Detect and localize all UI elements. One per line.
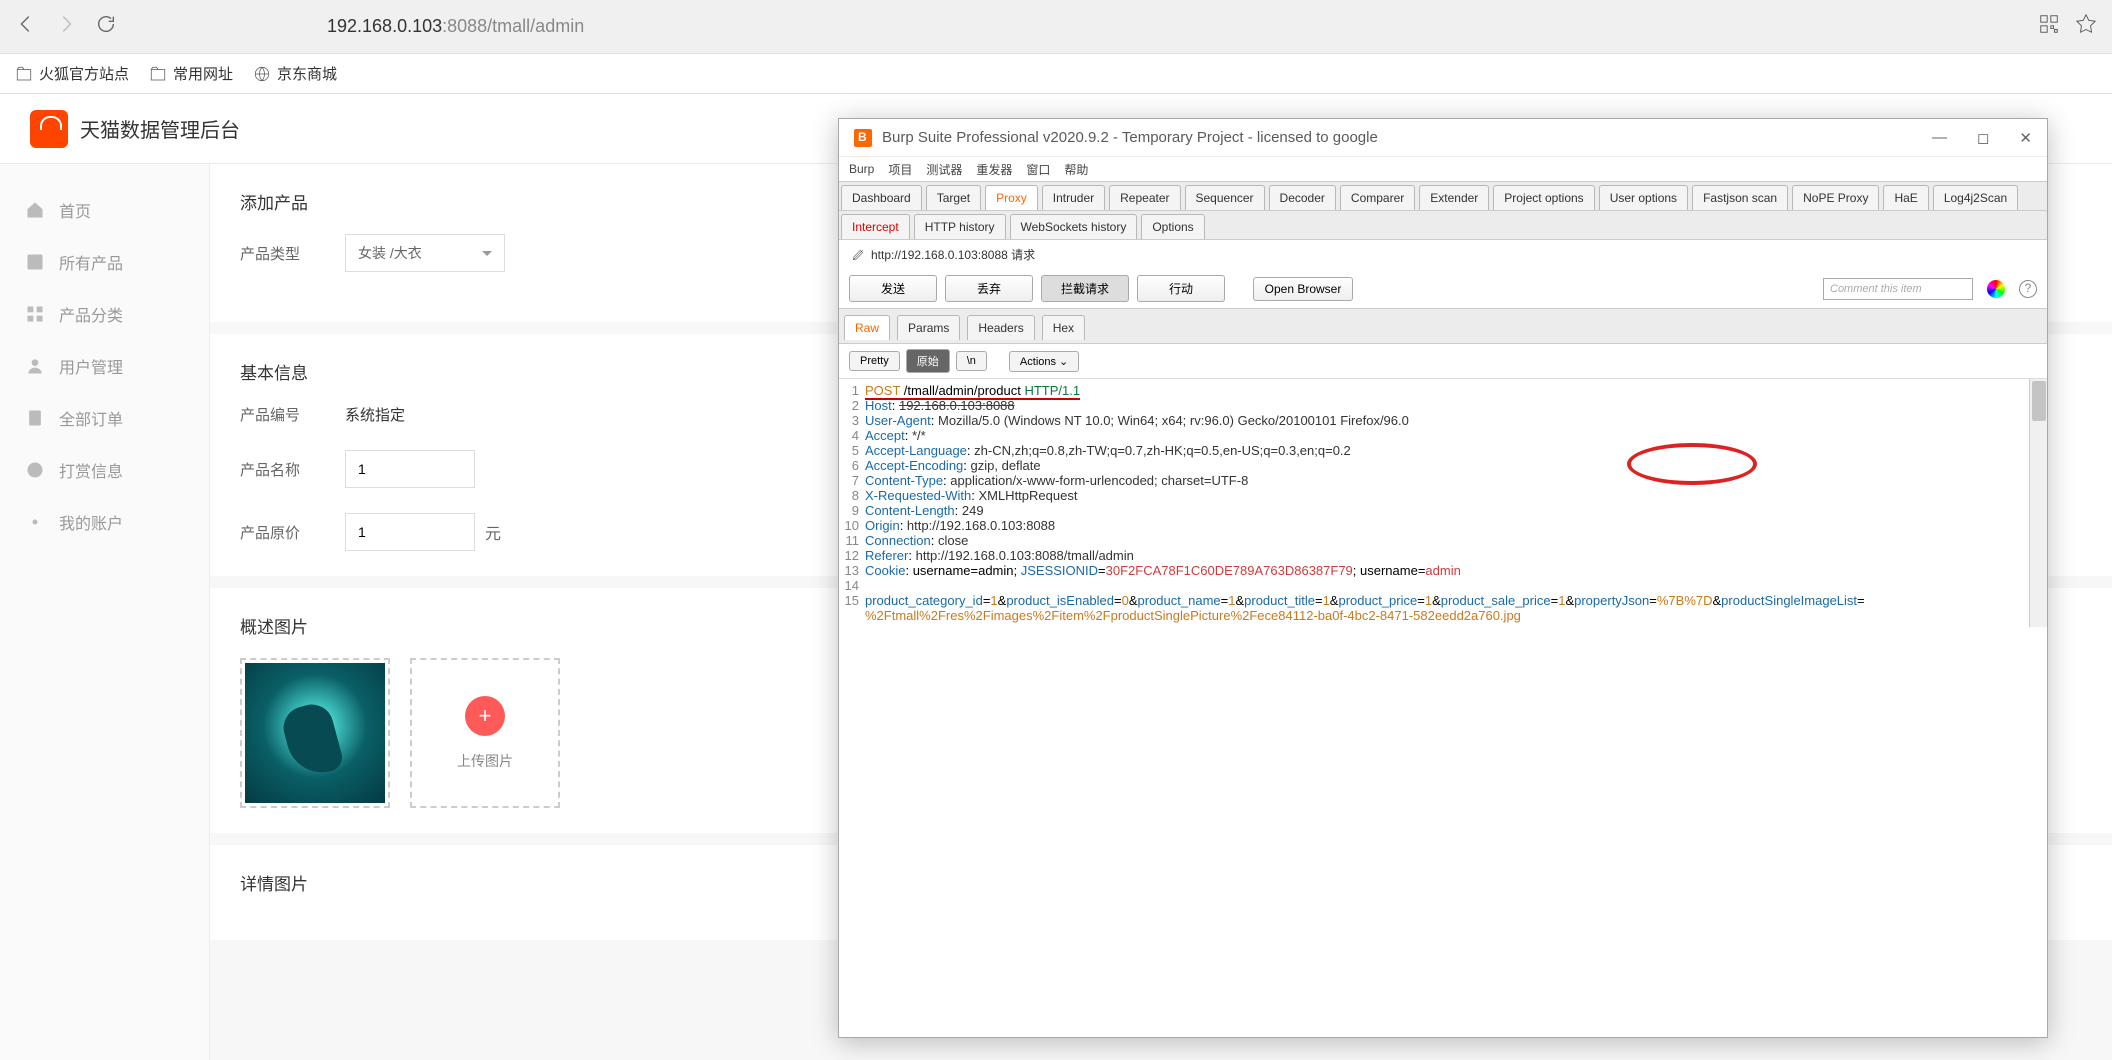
bookmark-item[interactable]: 火狐官方站点 bbox=[15, 63, 129, 84]
pretty-toggle[interactable]: Pretty bbox=[849, 351, 900, 371]
value-id: 系统指定 bbox=[345, 404, 405, 425]
bookmark-item[interactable]: 京东商城 bbox=[253, 63, 337, 84]
tab-fastjson-scan[interactable]: Fastjson scan bbox=[1692, 185, 1788, 210]
subtab-options[interactable]: Options bbox=[1141, 214, 1204, 239]
burp-title: Burp Suite Professional v2020.9.2 - Temp… bbox=[882, 129, 1378, 146]
sidebar-item-category[interactable]: 产品分类 bbox=[0, 288, 209, 340]
tab-extender[interactable]: Extender bbox=[1419, 185, 1489, 210]
burp-window: Burp Suite Professional v2020.9.2 - Temp… bbox=[838, 118, 2048, 1038]
raw-toggle[interactable]: 原始 bbox=[906, 349, 950, 373]
url-bar[interactable]: 192.168.0.103:8088/tmall/admin bbox=[327, 16, 584, 37]
sidebar-item-donate[interactable]: 打赏信息 bbox=[0, 444, 209, 496]
burp-toggle-bar: Pretty 原始 \n Actions ⌄ bbox=[839, 344, 2047, 379]
label-type: 产品类型 bbox=[240, 243, 345, 264]
close-button[interactable]: ✕ bbox=[2019, 129, 2032, 147]
qr-icon[interactable] bbox=[2038, 13, 2060, 40]
tab-hae[interactable]: HaE bbox=[1883, 185, 1928, 210]
unit-yuan: 元 bbox=[485, 520, 501, 544]
burp-main-tabs: DashboardTargetProxyIntruderRepeaterSequ… bbox=[839, 181, 2047, 211]
burp-titlebar[interactable]: Burp Suite Professional v2020.9.2 - Temp… bbox=[839, 119, 2047, 157]
sidebar: 首页 所有产品 产品分类 用户管理 全部订单 打赏信息 我的账户 bbox=[0, 164, 210, 1060]
viewtab-headers[interactable]: Headers bbox=[967, 315, 1034, 340]
tab-decoder[interactable]: Decoder bbox=[1269, 185, 1336, 210]
help-icon[interactable]: ? bbox=[2019, 280, 2037, 298]
tab-comparer[interactable]: Comparer bbox=[1340, 185, 1415, 210]
drop-button[interactable]: 丢弃 bbox=[945, 275, 1033, 302]
request-body[interactable]: 1POST /tmall/admin/product HTTP/1.12Host… bbox=[839, 379, 2047, 627]
sidebar-item-account[interactable]: 我的账户 bbox=[0, 496, 209, 548]
subtab-intercept[interactable]: Intercept bbox=[841, 214, 910, 239]
burp-view-tabs: Raw Params Headers Hex bbox=[839, 308, 2047, 344]
tab-target[interactable]: Target bbox=[926, 185, 981, 210]
label-price: 产品原价 bbox=[240, 522, 345, 543]
action-button[interactable]: 行动 bbox=[1137, 275, 1225, 302]
tab-project-options[interactable]: Project options bbox=[1493, 185, 1594, 210]
tab-nope-proxy[interactable]: NoPE Proxy bbox=[1792, 185, 1879, 210]
viewtab-params[interactable]: Params bbox=[897, 315, 960, 340]
tab-intruder[interactable]: Intruder bbox=[1042, 185, 1105, 210]
tab-repeater[interactable]: Repeater bbox=[1109, 185, 1180, 210]
actions-dropdown[interactable]: Actions ⌄ bbox=[1009, 351, 1079, 372]
browser-toolbar: 192.168.0.103:8088/tmall/admin bbox=[0, 0, 2112, 54]
burp-request-info: http://192.168.0.103:8088 请求 bbox=[839, 240, 2047, 269]
send-button[interactable]: 发送 bbox=[849, 275, 937, 302]
plus-icon: + bbox=[465, 696, 505, 736]
label-id: 产品编号 bbox=[240, 404, 345, 425]
tab-proxy[interactable]: Proxy bbox=[985, 185, 1038, 210]
input-price[interactable] bbox=[345, 513, 475, 551]
label-name: 产品名称 bbox=[240, 459, 345, 480]
back-button[interactable] bbox=[15, 13, 37, 40]
burp-sub-tabs: InterceptHTTP historyWebSockets historyO… bbox=[839, 211, 2047, 240]
maximize-button[interactable]: ◻ bbox=[1977, 129, 1989, 147]
upload-image-button[interactable]: + 上传图片 bbox=[410, 658, 560, 808]
forward-button[interactable] bbox=[55, 13, 77, 40]
subtab-websockets-history[interactable]: WebSockets history bbox=[1010, 214, 1138, 239]
bookmark-item[interactable]: 常用网址 bbox=[149, 63, 233, 84]
sidebar-item-orders[interactable]: 全部订单 bbox=[0, 392, 209, 444]
comment-input[interactable]: Comment this item bbox=[1823, 278, 1973, 300]
subtab-http-history[interactable]: HTTP history bbox=[914, 214, 1006, 239]
viewtab-hex[interactable]: Hex bbox=[1042, 315, 1085, 340]
minimize-button[interactable]: — bbox=[1932, 129, 1947, 147]
app-title: 天猫数据管理后台 bbox=[80, 114, 240, 143]
reload-button[interactable] bbox=[95, 13, 117, 40]
sidebar-item-home[interactable]: 首页 bbox=[0, 184, 209, 236]
tab-user-options[interactable]: User options bbox=[1599, 185, 1688, 210]
intercept-button[interactable]: 拦截请求 bbox=[1041, 275, 1129, 302]
scrollbar[interactable] bbox=[2029, 379, 2047, 627]
tab-log4j2scan[interactable]: Log4j2Scan bbox=[1933, 185, 2018, 210]
tab-sequencer[interactable]: Sequencer bbox=[1185, 185, 1265, 210]
viewtab-raw[interactable]: Raw bbox=[844, 315, 890, 340]
input-name[interactable] bbox=[345, 450, 475, 488]
product-image-thumb[interactable] bbox=[240, 658, 390, 808]
bookmarks-bar: 火狐官方站点 常用网址 京东商城 bbox=[0, 54, 2112, 94]
bookmark-star-icon[interactable] bbox=[2075, 13, 2097, 40]
sidebar-item-users[interactable]: 用户管理 bbox=[0, 340, 209, 392]
burp-action-bar: 发送 丢弃 拦截请求 行动 Open Browser Comment this … bbox=[839, 269, 2047, 308]
newline-toggle[interactable]: \n bbox=[956, 351, 987, 371]
logo-icon bbox=[30, 110, 68, 148]
select-type[interactable]: 女装 /大衣 bbox=[345, 234, 505, 272]
burp-menubar[interactable]: Burp项目测试器重发器窗口帮助 bbox=[839, 157, 2047, 181]
upload-label: 上传图片 bbox=[457, 751, 513, 771]
color-picker-icon[interactable] bbox=[1987, 280, 2005, 298]
burp-logo-icon bbox=[854, 129, 872, 147]
sidebar-item-products[interactable]: 所有产品 bbox=[0, 236, 209, 288]
open-browser-button[interactable]: Open Browser bbox=[1253, 277, 1353, 301]
tab-dashboard[interactable]: Dashboard bbox=[841, 185, 922, 210]
